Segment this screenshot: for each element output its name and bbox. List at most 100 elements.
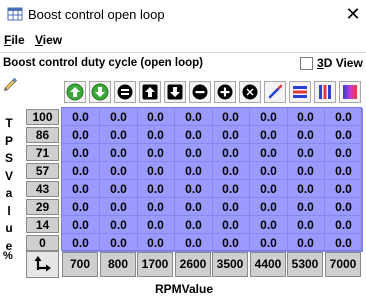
table-cell[interactable]: 0.0 (287, 162, 325, 180)
table-cell[interactable]: 0.0 (212, 216, 250, 234)
table-cell[interactable]: 0.0 (137, 180, 175, 198)
table-cell[interactable]: 0.0 (250, 180, 288, 198)
table-cell[interactable]: 0.0 (62, 126, 100, 144)
table-cell[interactable]: 0.0 (212, 198, 250, 216)
table-cell[interactable]: 0.0 (175, 216, 213, 234)
table-cell[interactable]: 0.0 (325, 108, 363, 126)
table-cell[interactable]: 0.0 (287, 108, 325, 126)
table-cell[interactable]: 0.0 (137, 234, 175, 252)
x-axis-value[interactable]: 800 (100, 252, 136, 277)
x-axis-value[interactable]: 5300 (287, 252, 323, 277)
y-axis-value[interactable]: 71 (26, 145, 59, 161)
y-axis-value[interactable]: 29 (26, 199, 59, 215)
x-axis-value[interactable]: 7000 (325, 252, 361, 277)
x-axis-value[interactable]: 700 (62, 252, 98, 277)
table-cell[interactable]: 0.0 (100, 162, 138, 180)
table-cell[interactable]: 0.0 (100, 126, 138, 144)
table-cell[interactable]: 0.0 (250, 162, 288, 180)
menu-file[interactable]: File (4, 33, 25, 47)
table-cell[interactable]: 0.0 (137, 216, 175, 234)
table-cell[interactable]: 0.0 (100, 108, 138, 126)
view-3d-label[interactable]: 3D View (317, 56, 363, 70)
table-cell[interactable]: 0.0 (62, 180, 100, 198)
table-cell[interactable]: 0.0 (325, 234, 363, 252)
x-axis-value[interactable]: 2600 (175, 252, 211, 277)
table-cell[interactable]: 0.0 (100, 234, 138, 252)
table-cell[interactable]: 0.0 (287, 216, 325, 234)
add-button[interactable] (214, 81, 236, 103)
table-cell[interactable]: 0.0 (250, 198, 288, 216)
y-axis-value[interactable]: 43 (26, 181, 59, 197)
gradient-button[interactable] (339, 81, 361, 103)
subtract-button[interactable] (189, 81, 211, 103)
table-cell[interactable]: 0.0 (212, 162, 250, 180)
increase-button[interactable] (64, 81, 86, 103)
menu-view[interactable]: View (35, 33, 62, 47)
table-cell[interactable]: 0.0 (62, 108, 100, 126)
table-cell[interactable]: 0.0 (137, 144, 175, 162)
multiply-button[interactable] (239, 81, 261, 103)
table-cell[interactable]: 0.0 (325, 144, 363, 162)
fill-vertical-button[interactable] (314, 81, 336, 103)
table-cell[interactable]: 0.0 (100, 144, 138, 162)
fill-horizontal-button[interactable] (289, 81, 311, 103)
x-axis-value[interactable]: 1700 (137, 252, 173, 277)
menu-bar: File View (0, 31, 366, 51)
interpolate-button[interactable] (264, 81, 286, 103)
table-cell[interactable]: 0.0 (287, 180, 325, 198)
table-cell[interactable]: 0.0 (100, 198, 138, 216)
table-cell[interactable]: 0.0 (62, 162, 100, 180)
table-cell[interactable]: 0.0 (212, 180, 250, 198)
table-cell[interactable]: 0.0 (250, 234, 288, 252)
table-cell[interactable]: 0.0 (137, 126, 175, 144)
table-cell[interactable]: 0.0 (175, 234, 213, 252)
table-cell[interactable]: 0.0 (212, 126, 250, 144)
table-cell[interactable]: 0.0 (250, 126, 288, 144)
table-cell[interactable]: 0.0 (100, 216, 138, 234)
y-axis-label-char: V (4, 168, 13, 183)
table-cell[interactable]: 0.0 (250, 108, 288, 126)
table-cell[interactable]: 0.0 (175, 144, 213, 162)
table-cell[interactable]: 0.0 (137, 198, 175, 216)
table-cell[interactable]: 0.0 (100, 180, 138, 198)
table-cell[interactable]: 0.0 (325, 198, 363, 216)
table-cell[interactable]: 0.0 (212, 144, 250, 162)
close-button[interactable]: ✕ (344, 4, 362, 24)
table-cell[interactable]: 0.0 (287, 234, 325, 252)
y-axis-value[interactable]: 57 (26, 163, 59, 179)
table-cell[interactable]: 0.0 (287, 198, 325, 216)
table-cell[interactable]: 0.0 (62, 198, 100, 216)
swap-axes-button[interactable] (26, 251, 59, 278)
table-cell[interactable]: 0.0 (325, 162, 363, 180)
table-cell[interactable]: 0.0 (250, 144, 288, 162)
shift-down-button[interactable] (164, 81, 186, 103)
table-cell[interactable]: 0.0 (287, 144, 325, 162)
y-axis-value[interactable]: 14 (26, 217, 59, 233)
table-cell[interactable]: 0.0 (287, 126, 325, 144)
table-cell[interactable]: 0.0 (325, 126, 363, 144)
x-axis-value[interactable]: 4400 (250, 252, 286, 277)
table-cell[interactable]: 0.0 (250, 216, 288, 234)
table-cell[interactable]: 0.0 (175, 126, 213, 144)
table-cell[interactable]: 0.0 (175, 198, 213, 216)
table-cell[interactable]: 0.0 (212, 234, 250, 252)
set-value-button[interactable] (114, 81, 136, 103)
table-cell[interactable]: 0.0 (62, 144, 100, 162)
table-cell[interactable]: 0.0 (62, 216, 100, 234)
table-cell[interactable]: 0.0 (175, 108, 213, 126)
x-axis-value[interactable]: 3500 (212, 252, 248, 277)
table-cell[interactable]: 0.0 (137, 108, 175, 126)
table-cell[interactable]: 0.0 (325, 216, 363, 234)
y-axis-value[interactable]: 86 (26, 127, 59, 143)
table-cell[interactable]: 0.0 (325, 180, 363, 198)
y-axis-value[interactable]: 0 (26, 235, 59, 251)
y-axis-value[interactable]: 100 (26, 109, 59, 125)
table-cell[interactable]: 0.0 (175, 162, 213, 180)
view-3d-checkbox[interactable] (300, 57, 313, 70)
table-cell[interactable]: 0.0 (137, 162, 175, 180)
table-cell[interactable]: 0.0 (175, 180, 213, 198)
table-cell[interactable]: 0.0 (212, 108, 250, 126)
decrease-button[interactable] (89, 81, 111, 103)
shift-up-button[interactable] (139, 81, 161, 103)
table-cell[interactable]: 0.0 (62, 234, 100, 252)
